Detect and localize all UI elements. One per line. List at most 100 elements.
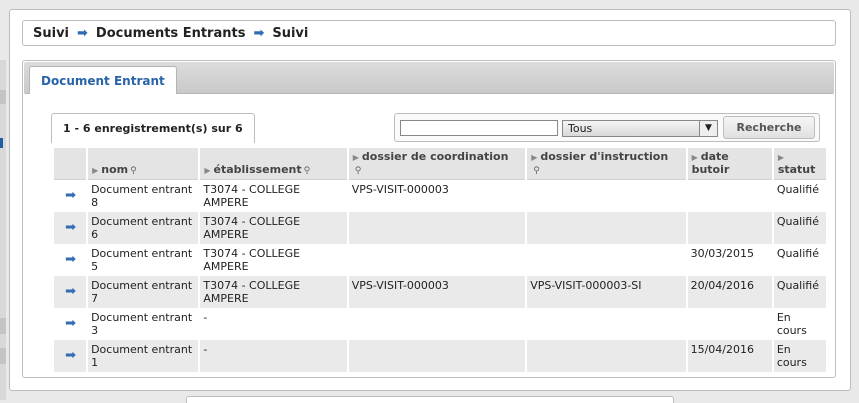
- row-action-cell[interactable]: ➡: [54, 244, 87, 276]
- cell-nom[interactable]: Document entrant 3: [88, 308, 199, 340]
- row-action-cell[interactable]: ➡: [54, 180, 87, 212]
- cell-statut: Qualifié: [773, 180, 826, 212]
- magnifier-icon[interactable]: ⚲: [355, 166, 362, 176]
- cell-etablissement: -: [200, 340, 347, 372]
- cell-etablissement: T3074 - COLLEGE AMPERE: [200, 212, 347, 244]
- header-dossier-coordination-label: dossier de coordination: [361, 150, 509, 163]
- cell-dossier-coordination: [348, 308, 526, 340]
- main-container: Suivi ➡ Documents Entrants ➡ Suivi Docum…: [9, 9, 851, 391]
- documents-table: ▶ nom ⚲ ▶ établissement ⚲ ▶ dossier de coordi…: [52, 148, 828, 372]
- tabs-panel: Document Entrant 1 - 6 enregistrement(s)…: [22, 60, 836, 378]
- search-button[interactable]: Recherche: [723, 116, 815, 139]
- sort-triangle-icon: ▶: [531, 153, 538, 162]
- header-etablissement[interactable]: ▶ établissement ⚲: [200, 148, 347, 180]
- arrow-right-icon[interactable]: ➡: [57, 183, 84, 202]
- sidebar-marker: [0, 348, 6, 364]
- cell-dossier-coordination: VPS-VISIT-000003: [348, 180, 526, 212]
- arrow-right-icon[interactable]: ➡: [57, 279, 84, 298]
- cell-dossier-coordination: [348, 244, 526, 276]
- table-row[interactable]: ➡ Document entrant 5 T3074 - COLLEGE AMP…: [54, 244, 826, 276]
- sort-triangle-icon: ▶: [352, 153, 359, 162]
- sidebar-marker: [0, 90, 6, 104]
- row-action-cell[interactable]: ➡: [54, 276, 87, 308]
- breadcrumb: Suivi ➡ Documents Entrants ➡ Suivi: [22, 20, 836, 46]
- breadcrumb-item-suivi-current: Suivi: [272, 25, 309, 41]
- table-row[interactable]: ➡ Document entrant 3 - En cours: [54, 308, 826, 340]
- header-statut[interactable]: ▶ statut: [773, 148, 826, 180]
- cell-etablissement: T3074 - COLLEGE AMPERE: [200, 276, 347, 308]
- header-nom[interactable]: ▶ nom ⚲: [88, 148, 199, 180]
- arrow-right-icon[interactable]: ➡: [57, 247, 84, 266]
- sidebar-active-marker: [0, 138, 3, 148]
- cell-dossier-coordination: [348, 212, 526, 244]
- breadcrumb-item-suivi[interactable]: Suivi: [33, 26, 69, 41]
- cell-dossier-instruction: [527, 180, 686, 212]
- arrow-right-icon[interactable]: ➡: [57, 215, 84, 234]
- cell-date-butoir: [687, 308, 772, 340]
- table-row[interactable]: ➡ Document entrant 6 T3074 - COLLEGE AMP…: [54, 212, 826, 244]
- arrow-right-icon[interactable]: ➡: [57, 311, 84, 330]
- row-action-cell[interactable]: ➡: [54, 340, 87, 372]
- row-action-cell[interactable]: ➡: [54, 308, 87, 340]
- header-nom-label: nom: [101, 163, 129, 176]
- cell-statut: Qualifié: [773, 244, 826, 276]
- cell-nom[interactable]: Document entrant 8: [88, 180, 199, 212]
- arrow-right-icon: ➡: [253, 25, 265, 41]
- sort-triangle-icon: ▶: [204, 166, 211, 175]
- header-dossier-instruction-label: dossier d'instruction: [540, 150, 669, 163]
- search-bar: Tous ▼ Recherche: [394, 113, 820, 142]
- table-row[interactable]: ➡ Document entrant 1 - 15/04/2016 En cou…: [54, 340, 826, 372]
- tab-bar: Document Entrant: [24, 62, 834, 94]
- cell-statut: En cours: [773, 340, 826, 372]
- cell-statut: Qualifié: [773, 276, 826, 308]
- table-header-row: ▶ nom ⚲ ▶ établissement ⚲ ▶ dossier de coordi…: [54, 148, 826, 180]
- cell-nom[interactable]: Document entrant 1: [88, 340, 199, 372]
- cell-dossier-coordination: VPS-VISIT-000003: [348, 276, 526, 308]
- cell-dossier-instruction: [527, 212, 686, 244]
- cell-nom[interactable]: Document entrant 5: [88, 244, 199, 276]
- arrow-right-icon: ➡: [77, 25, 88, 41]
- search-filter-value: Tous: [568, 122, 593, 135]
- breadcrumb-item-documents-entrants[interactable]: Documents Entrants: [96, 26, 246, 41]
- magnifier-icon[interactable]: ⚲: [130, 166, 137, 176]
- header-action: [54, 148, 87, 180]
- search-filter-select[interactable]: Tous ▼: [562, 120, 718, 137]
- header-dossier-coordination[interactable]: ▶ dossier de coordination ⚲: [348, 148, 526, 180]
- chevron-down-icon[interactable]: ▼: [699, 121, 717, 136]
- cell-date-butoir: 20/04/2016: [687, 276, 772, 308]
- cell-dossier-instruction: [527, 244, 686, 276]
- cell-date-butoir: 15/04/2016: [687, 340, 772, 372]
- magnifier-icon[interactable]: ⚲: [304, 166, 311, 176]
- header-etablissement-label: établissement: [213, 163, 302, 176]
- sort-triangle-icon: ▶: [691, 153, 698, 162]
- cell-etablissement: -: [200, 308, 347, 340]
- cell-nom[interactable]: Document entrant 6: [88, 212, 199, 244]
- magnifier-icon[interactable]: ⚲: [533, 166, 540, 176]
- cell-etablissement: T3074 - COLLEGE AMPERE: [200, 244, 347, 276]
- arrow-right-icon[interactable]: ➡: [57, 343, 84, 362]
- cell-dossier-instruction: [527, 308, 686, 340]
- tab-document-entrant[interactable]: Document Entrant: [29, 66, 177, 94]
- left-sidebar-strip: [0, 60, 6, 400]
- sort-triangle-icon: ▶: [92, 166, 99, 175]
- table-row[interactable]: ➡ Document entrant 7 T3074 - COLLEGE AMP…: [54, 276, 826, 308]
- sidebar-marker: [0, 318, 6, 334]
- sort-triangle-icon: ▶: [777, 153, 784, 162]
- cell-dossier-instruction: VPS-VISIT-000003-SI: [527, 276, 686, 308]
- table-row[interactable]: ➡ Document entrant 8 T3074 - COLLEGE AMP…: [54, 180, 826, 212]
- header-statut-label: statut: [777, 163, 816, 176]
- pagination-info: 1 - 6 enregistrement(s) sur 6: [51, 113, 255, 143]
- cell-statut: Qualifié: [773, 212, 826, 244]
- cell-nom[interactable]: Document entrant 7: [88, 276, 199, 308]
- cell-date-butoir: [687, 180, 772, 212]
- search-input[interactable]: [400, 120, 558, 136]
- cell-dossier-instruction: [527, 340, 686, 372]
- cell-statut: En cours: [773, 308, 826, 340]
- header-dossier-instruction[interactable]: ▶ dossier d'instruction ⚲: [527, 148, 686, 180]
- cell-dossier-coordination: [348, 340, 526, 372]
- row-action-cell[interactable]: ➡: [54, 212, 87, 244]
- cell-date-butoir: [687, 212, 772, 244]
- cell-date-butoir: 30/03/2015: [687, 244, 772, 276]
- cell-etablissement: T3074 - COLLEGE AMPERE: [200, 180, 347, 212]
- header-date-butoir[interactable]: ▶ date butoir: [687, 148, 772, 180]
